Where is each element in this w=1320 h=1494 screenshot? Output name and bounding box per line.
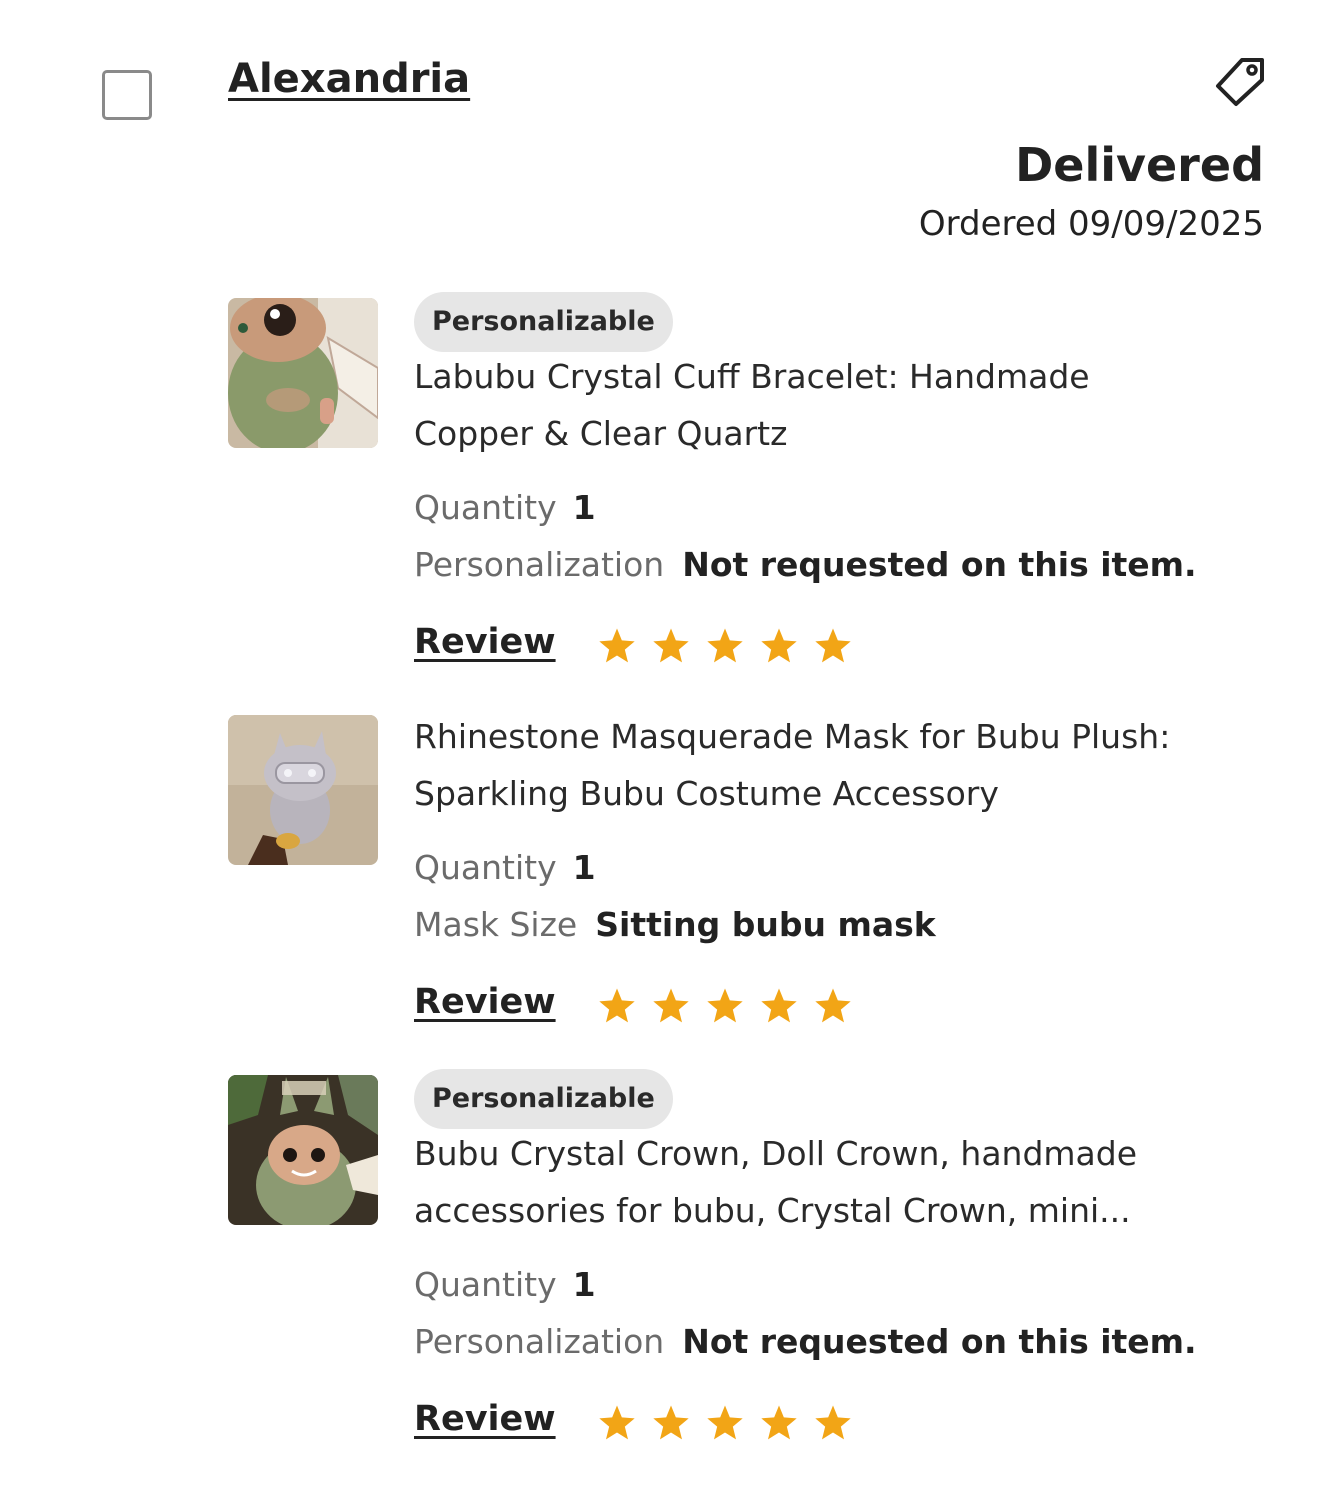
item-1-option-row: Personalization Not requested on this ite… (414, 545, 1197, 584)
star-icon[interactable] (597, 1403, 637, 1443)
star-icon[interactable] (597, 986, 637, 1026)
star-icon[interactable] (705, 626, 745, 666)
star-icon[interactable] (597, 626, 637, 666)
option-value: Not requested on this item. (682, 545, 1197, 584)
star-icon[interactable] (813, 986, 853, 1026)
star-icon[interactable] (759, 626, 799, 666)
order-status: Delivered (1015, 138, 1264, 192)
quantity-value: 1 (572, 848, 596, 887)
item-3-star-rating[interactable] (597, 1403, 853, 1443)
item-3-title[interactable]: Bubu Crystal Crown, Doll Crown, handmade… (414, 1125, 1254, 1239)
star-icon[interactable] (651, 986, 691, 1026)
personalizable-badge: Personalizable (414, 1069, 673, 1129)
item-1-title-line-2: Copper & Clear Quartz (414, 414, 788, 453)
item-1-title[interactable]: Labubu Crystal Cuff Bracelet: Handmade C… (414, 348, 1254, 462)
item-1-star-rating[interactable] (597, 626, 853, 666)
quantity-label: Quantity (414, 1265, 557, 1304)
star-icon[interactable] (759, 986, 799, 1026)
star-icon[interactable] (705, 1403, 745, 1443)
quantity-value: 1 (572, 488, 596, 527)
quantity-label: Quantity (414, 488, 557, 527)
item-3-thumbnail[interactable] (228, 1075, 378, 1225)
personalizable-badge: Personalizable (414, 292, 673, 352)
item-2-title-line-1: Rhinestone Masquerade Mask for Bubu Plus… (414, 717, 1171, 756)
star-icon[interactable] (813, 1403, 853, 1443)
item-3-title-line-2: accessories for bubu, Crystal Crown, min… (414, 1191, 1131, 1230)
option-label: Personalization (414, 545, 665, 584)
quantity-label: Quantity (414, 848, 557, 887)
quantity-value: 1 (572, 1265, 596, 1304)
item-2-quantity-row: Quantity 1 (414, 848, 596, 887)
star-icon[interactable] (813, 626, 853, 666)
option-value: Not requested on this item. (682, 1322, 1197, 1361)
option-value: Sitting bubu mask (595, 905, 936, 944)
item-2-review-link[interactable]: Review (414, 982, 556, 1022)
item-2-title[interactable]: Rhinestone Masquerade Mask for Bubu Plus… (414, 708, 1254, 822)
item-1-thumbnail[interactable] (228, 298, 378, 448)
item-1-title-line-1: Labubu Crystal Cuff Bracelet: Handmade (414, 357, 1090, 396)
item-3-title-line-1: Bubu Crystal Crown, Doll Crown, handmade (414, 1134, 1138, 1173)
option-label: Mask Size (414, 905, 578, 944)
star-icon[interactable] (651, 626, 691, 666)
buyer-name-link[interactable]: Alexandria (228, 56, 470, 102)
select-order-checkbox[interactable] (102, 70, 152, 120)
star-icon[interactable] (759, 1403, 799, 1443)
item-2-thumbnail[interactable] (228, 715, 378, 865)
option-label: Personalization (414, 1322, 665, 1361)
item-1-quantity-row: Quantity 1 (414, 488, 596, 527)
item-3-quantity-row: Quantity 1 (414, 1265, 596, 1304)
tag-icon[interactable] (1212, 56, 1268, 108)
star-icon[interactable] (705, 986, 745, 1026)
item-2-title-line-2: Sparkling Bubu Costume Accessory (414, 774, 999, 813)
item-2-star-rating[interactable] (597, 986, 853, 1026)
star-icon[interactable] (651, 1403, 691, 1443)
item-1-review-link[interactable]: Review (414, 622, 556, 662)
order-date: Ordered 09/09/2025 (918, 204, 1264, 244)
item-2-option-row: Mask Size Sitting bubu mask (414, 905, 936, 944)
item-3-review-link[interactable]: Review (414, 1399, 556, 1439)
item-3-option-row: Personalization Not requested on this ite… (414, 1322, 1197, 1361)
